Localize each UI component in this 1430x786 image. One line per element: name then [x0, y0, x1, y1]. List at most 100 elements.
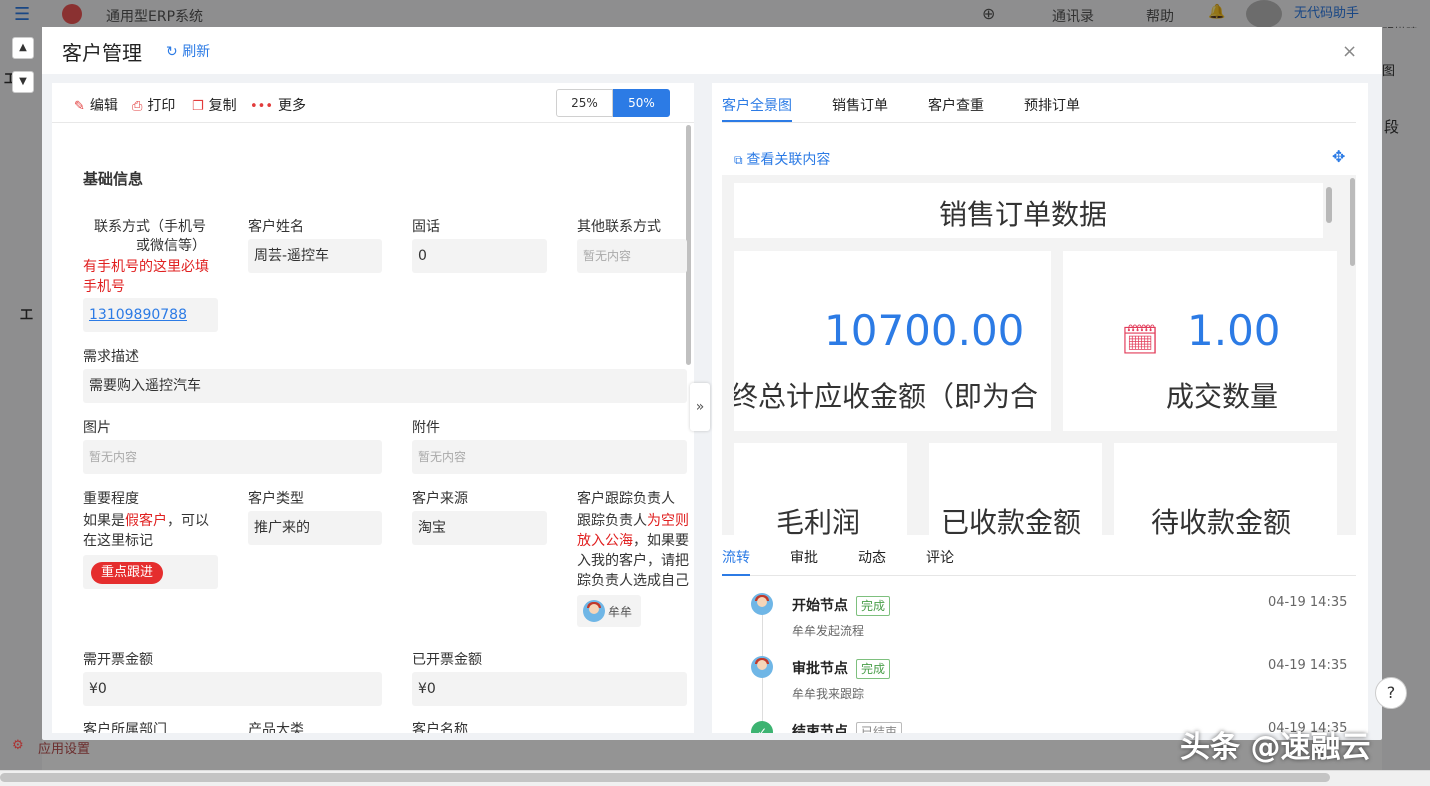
deals-card: 🗓 1.00 成交数量: [1063, 251, 1337, 431]
record-toolbar: ✎ 编辑 ⎙ 打印 ❐ 复制 ••• 更多 25% 50%: [52, 83, 694, 123]
check-icon: ✓: [751, 721, 773, 733]
owner-hint: 跟踪负责人为空则 放入公海，如果要 入我的客户，请把 踪负责人选成自己: [577, 511, 694, 591]
phone-field[interactable]: 0: [412, 239, 547, 273]
tab-duplicate-check[interactable]: 客户查重: [928, 95, 984, 115]
flow-node-title: 审批节点 完成: [792, 658, 891, 679]
deals-label: 成交数量: [1166, 380, 1279, 413]
node-title-text: 结束节点: [792, 724, 848, 733]
flow-node-time: 04-19 14:35: [1268, 658, 1348, 673]
hint-red-text: 假客户: [125, 513, 167, 529]
user-avatar-icon: [751, 656, 773, 678]
customer-name-field[interactable]: 周芸-遥控车: [248, 239, 382, 273]
hint-text: 在这里标记: [83, 533, 153, 549]
contact-hint-line2: 手机号: [83, 279, 125, 295]
collapse-panel-icon[interactable]: »: [690, 383, 710, 431]
copy-icon: ❐: [192, 99, 204, 114]
sales-dashboard: 销售订单数据 10700.00 终总计应收金额（即为合 🗓 1.00 成交数量 …: [722, 175, 1356, 535]
product-label: 产品大类: [248, 722, 304, 733]
active-flow-tab-indicator: [722, 574, 750, 576]
contact-hint: 有手机号的这里必填: [83, 259, 209, 275]
dept-label: 客户所属部门: [83, 722, 167, 733]
record-form-panel: ✎ 编辑 ⎙ 打印 ❐ 复制 ••• 更多 25% 50% 基础信息 联系方式（手机号 …: [52, 83, 694, 733]
hint-text: 踪负责人选成自己: [577, 573, 689, 589]
section-title: 基础信息: [83, 170, 144, 188]
other-contact-field[interactable]: 暂无内容: [577, 239, 687, 273]
refresh-button[interactable]: ↻ 刷新: [166, 41, 210, 61]
invoice-done-field[interactable]: ¥0: [412, 672, 687, 706]
owner-name: 牟牟: [608, 605, 633, 619]
hint-text: 入我的客户，请把: [577, 553, 689, 569]
print-label: 打印: [147, 98, 176, 114]
node-title-text: 开始节点: [792, 598, 848, 614]
refresh-label: 刷新: [182, 44, 211, 60]
image-field[interactable]: 暂无内容: [83, 440, 382, 474]
demand-label: 需求描述: [83, 349, 139, 365]
app-settings-link[interactable]: 应用设置: [38, 738, 90, 757]
page-hscrollbar[interactable]: [0, 773, 1330, 782]
close-icon[interactable]: ×: [1342, 41, 1357, 62]
settings-icon[interactable]: ⚙: [12, 738, 24, 753]
print-icon: ⎙: [132, 99, 143, 114]
other-contact-label: 其他联系方式: [577, 219, 661, 235]
status-badge: 已结束: [856, 722, 903, 733]
tabs-divider: [722, 122, 1356, 123]
contact-label-line2: 或微信等）: [136, 238, 206, 254]
more-button[interactable]: ••• 更多: [250, 95, 306, 115]
receivable-label: 终总计应收金额（即为合: [734, 380, 1039, 413]
edit-label: 编辑: [89, 98, 118, 114]
owner-field[interactable]: 牟牟: [577, 595, 641, 627]
copy-label: 复制: [208, 98, 237, 114]
move-icon[interactable]: ✥: [1332, 147, 1345, 166]
invoice-need-field[interactable]: ¥0: [83, 672, 382, 706]
active-tab-indicator: [722, 120, 792, 122]
print-button[interactable]: ⎙ 打印: [132, 95, 175, 115]
customer-type-label: 客户类型: [248, 491, 304, 507]
contact-field[interactable]: 13109890788: [83, 298, 218, 332]
source-field[interactable]: 淘宝: [412, 511, 547, 545]
flow-tabs-divider: [722, 575, 1356, 576]
edit-icon: ✎: [74, 99, 85, 114]
tab-flow[interactable]: 流转: [722, 547, 750, 567]
tab-pre-orders[interactable]: 预排订单: [1024, 95, 1080, 115]
dashboard-inner-scrollbar[interactable]: [1326, 187, 1332, 223]
status-badge: 完成: [856, 659, 891, 679]
user-avatar-icon: [751, 593, 773, 615]
importance-field[interactable]: 重点跟进: [83, 555, 218, 589]
help-icon[interactable]: ?: [1375, 677, 1407, 709]
tab-activity[interactable]: 动态: [858, 547, 886, 567]
owner-label: 客户跟踪负责人: [577, 491, 675, 507]
link-icon: ⧉: [734, 153, 747, 167]
view-related-label: 查看关联内容: [746, 152, 831, 168]
zoom-25-button[interactable]: 25%: [556, 89, 613, 117]
scroll-up-icon[interactable]: ▲: [12, 37, 34, 59]
dashboard-header: 销售订单数据: [939, 198, 1108, 231]
receivable-card: 10700.00 终总计应收金额（即为合: [734, 251, 1051, 431]
hint-red-text: 放入公海: [577, 533, 633, 549]
phone-label: 固话: [412, 219, 440, 235]
invoice-done-label: 已开票金额: [412, 652, 482, 668]
customer-type-field[interactable]: 推广来的: [248, 511, 382, 545]
hint-text: ，如果要: [633, 533, 689, 549]
edit-button[interactable]: ✎ 编辑: [74, 95, 118, 115]
copy-button[interactable]: ❐ 复制: [192, 95, 237, 115]
scroll-down-icon[interactable]: ▼: [12, 71, 34, 93]
pending-label: 待收款金额: [1151, 506, 1292, 535]
more-icon: •••: [250, 99, 274, 114]
importance-hint: 如果是假客户，可以 在这里标记: [83, 511, 218, 551]
view-related-link[interactable]: ⧉ 查看关联内容: [734, 149, 830, 169]
flow-node-desc: 牟牟发起流程: [792, 624, 865, 638]
tab-comments[interactable]: 评论: [926, 547, 954, 567]
flow-node-desc: 牟牟我来跟踪: [792, 687, 865, 701]
customer-label: 客户名称: [412, 722, 468, 733]
attachment-field[interactable]: 暂无内容: [412, 440, 687, 474]
zoom-50-button[interactable]: 50%: [613, 89, 670, 117]
tab-approval[interactable]: 审批: [790, 547, 818, 567]
modal-header: 客户管理 ↻ 刷新 ×: [42, 27, 1382, 74]
tab-sales-orders[interactable]: 销售订单: [832, 95, 888, 115]
pending-card: 待收款金额: [1114, 443, 1337, 535]
tab-customer-overview[interactable]: 客户全景图: [722, 95, 792, 115]
demand-field[interactable]: 需要购入遥控汽车: [83, 369, 687, 403]
dashboard-scrollbar[interactable]: [1350, 178, 1355, 266]
calendar-icon: 🗓: [1121, 323, 1160, 358]
attachment-label: 附件: [412, 420, 440, 436]
